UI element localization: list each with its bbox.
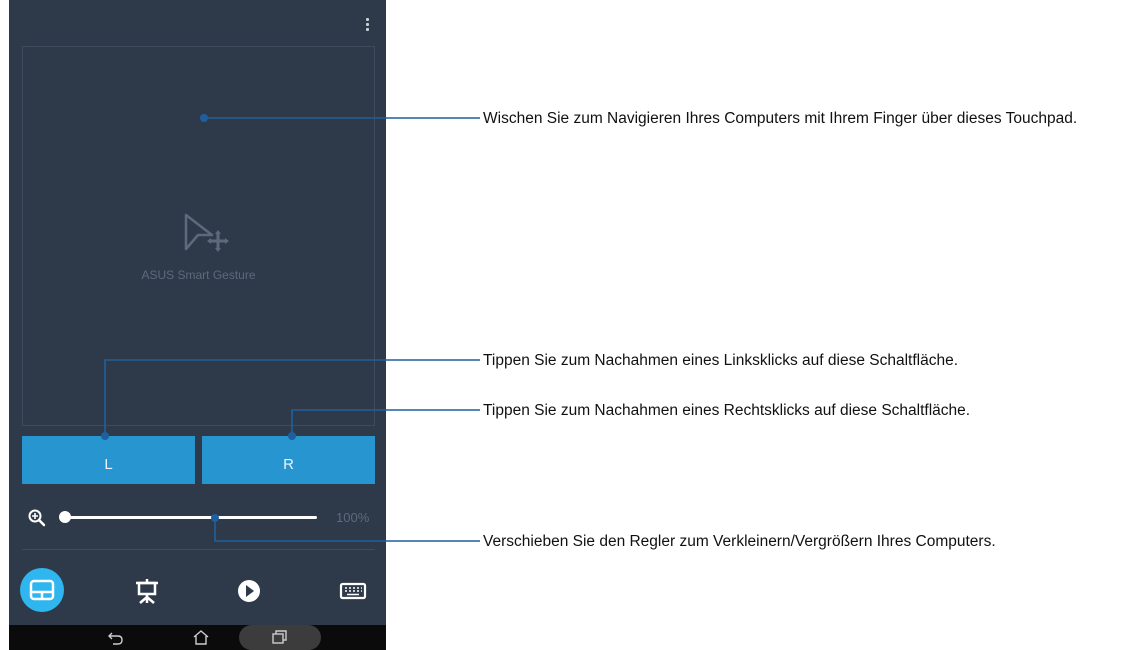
callout-dot-slider (211, 514, 219, 522)
callout-line-right-click (291, 409, 480, 436)
callout-dot-touchpad (200, 114, 208, 122)
callout-lines (101, 114, 480, 542)
callout-left-click: Tippen Sie zum Nachahmen eines Linksklic… (483, 352, 959, 369)
callout-line-slider (214, 518, 480, 542)
callout-touchpad: Wischen Sie zum Navigieren Ihres Compute… (483, 110, 1078, 127)
callout-right-click: Tippen Sie zum Nachahmen eines Rechtskli… (483, 402, 971, 419)
callout-dot-left-click (101, 432, 109, 440)
callout-slider: Verschieben Sie den Regler zum Verkleine… (483, 533, 996, 550)
callout-dot-right-click (288, 432, 296, 440)
